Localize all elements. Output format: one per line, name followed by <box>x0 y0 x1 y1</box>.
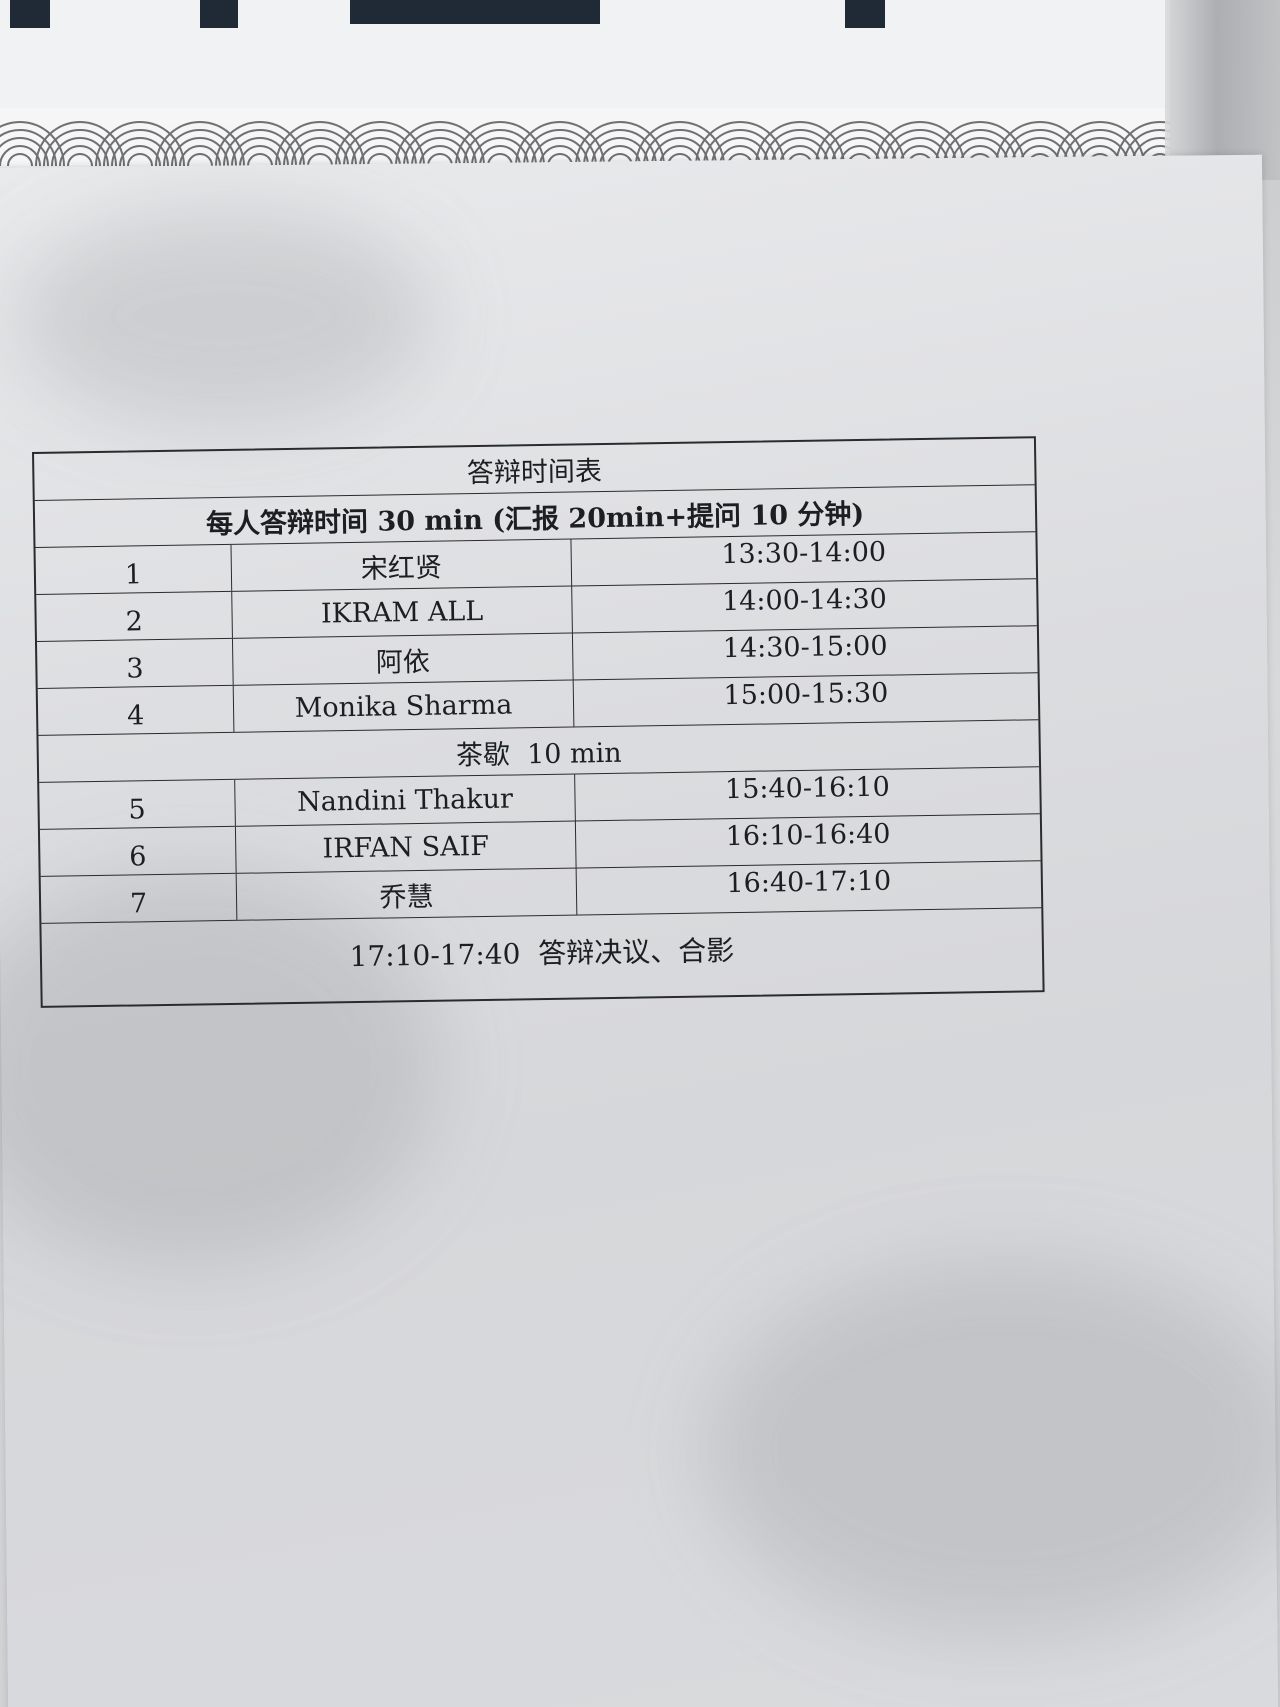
table-title: 答辩时间表 <box>466 455 603 489</box>
row-number: 7 <box>40 873 238 923</box>
presenter-name: IKRAM ALL <box>232 586 573 638</box>
time-slot: 15:40-16:10 <box>724 771 890 805</box>
time-slot: 15:00-15:30 <box>723 677 889 711</box>
sign-lettering-fragment <box>845 0 885 28</box>
row-number: 6 <box>39 826 237 876</box>
presenter-name: IRFAN SAIF <box>235 821 577 873</box>
shadow <box>12 203 435 428</box>
row-number: 5 <box>39 779 236 829</box>
time-slot: 16:40-17:10 <box>726 865 892 899</box>
sign-lettering-fragment <box>10 0 50 28</box>
shadow <box>703 1254 1280 1641</box>
sign-lettering-fragment <box>200 0 238 28</box>
tea-break-label: 茶歇 10 min <box>455 737 622 771</box>
time-slot: 14:30-15:00 <box>722 630 888 664</box>
presenter-name: 阿依 <box>232 633 574 685</box>
closing-label: 17:10-17:40 答辩决议、合影 <box>349 934 735 974</box>
sign-lettering-fragment <box>350 0 600 24</box>
presenter-name: 乔慧 <box>236 868 578 920</box>
photo-scene: 答辩时间表 每人答辩时间 30 min (汇报 20min+提问 10 分钟) … <box>0 0 1280 1707</box>
closing-row: 17:10-17:40 答辩决议、合影 <box>41 907 1043 1006</box>
row-number: 4 <box>37 685 235 735</box>
time-slot: 14:00-14:30 <box>721 583 888 617</box>
row-number: 3 <box>36 638 234 688</box>
acrylic-stand-edge <box>1165 0 1280 180</box>
presenter-name: Nandini Thakur <box>235 774 576 826</box>
time-slot: 13:30-14:00 <box>721 536 887 570</box>
row-number: 2 <box>36 591 233 641</box>
presenter-name: 宋红贤 <box>231 539 573 591</box>
presenter-name: Monika Sharma <box>233 680 575 732</box>
row-number: 1 <box>35 544 233 594</box>
defense-schedule-table: 答辩时间表 每人答辩时间 30 min (汇报 20min+提问 10 分钟) … <box>32 436 1045 1008</box>
time-slot: 16:10-16:40 <box>725 818 891 852</box>
